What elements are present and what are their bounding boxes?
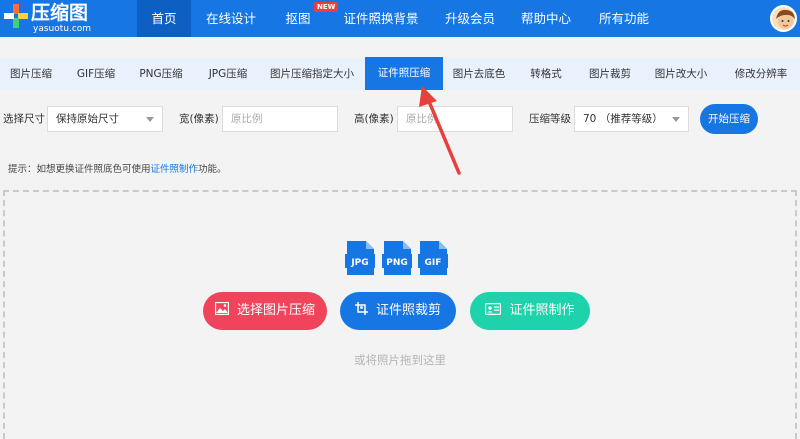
height-input[interactable]: 原比例 [397, 106, 513, 132]
avatar-face-icon [776, 9, 795, 29]
id-card-icon [485, 302, 502, 315]
png-file-icon: PNG [382, 241, 412, 275]
chevron-down-icon [672, 117, 680, 122]
tab-image-compress[interactable]: 图片压缩 [0, 58, 62, 90]
tip-prefix: 提示：如想更换证件照底色可使用 [8, 164, 151, 175]
nav-home[interactable]: 首页 [137, 0, 191, 37]
logo-subtitle: yasuotu.com [33, 24, 92, 34]
nav-id-photo-background[interactable]: 证件照换背景 [338, 0, 424, 37]
tool-tabs: 图片压缩 GIF压缩 PNG压缩 JPG压缩 图片压缩指定大小 证件照压缩 图片… [0, 57, 800, 90]
select-image-compress-label: 选择图片压缩 [236, 303, 315, 318]
id-photo-make-link[interactable]: 证件照制作 [151, 164, 199, 175]
tab-resize-image[interactable]: 图片改大小 [650, 58, 712, 90]
new-badge: NEW [314, 2, 339, 12]
drag-hint-text: 或将照片拖到这里 [354, 353, 446, 367]
tab-image-crop[interactable]: 图片裁剪 [582, 58, 638, 90]
nav-all-features[interactable]: 所有功能 [594, 0, 654, 37]
chevron-down-icon [146, 117, 154, 122]
format-label: JPG [350, 258, 368, 268]
id-photo-crop-button[interactable]: 证件照裁剪 [340, 292, 456, 330]
level-select[interactable]: 70 （推荐等级） [574, 106, 689, 132]
nav-online-design[interactable]: 在线设计 [200, 0, 262, 37]
id-photo-crop-label: 证件照裁剪 [375, 303, 441, 318]
width-input[interactable]: 原比例 [222, 106, 338, 132]
format-label: GIF [425, 258, 442, 268]
tab-id-photo-compress[interactable]: 证件照压缩 [365, 57, 443, 90]
tab-compress-to-size[interactable]: 图片压缩指定大小 [266, 58, 358, 90]
nav-cutout[interactable]: 抠图 [278, 0, 318, 37]
size-select[interactable]: 保持原始尺寸 [47, 106, 163, 132]
crop-icon [354, 302, 368, 315]
nav-upgrade-member[interactable]: 升级会员 [440, 0, 500, 37]
jpg-file-icon: JPG [345, 241, 375, 275]
image-icon [214, 302, 229, 315]
user-avatar[interactable] [770, 5, 797, 32]
height-label: 高(像素) [354, 113, 394, 125]
format-label: PNG [386, 258, 408, 268]
level-label: 压缩等级 [529, 113, 571, 125]
compress-options: 选择尺寸 保持原始尺寸 宽(像素) 原比例 高(像素) 原比例 压缩等级 70 … [0, 100, 800, 140]
id-photo-make-button[interactable]: 证件照制作 [470, 292, 590, 330]
start-compress-button[interactable]: 开始压缩 [700, 104, 758, 134]
level-select-value: 70 （推荐等级） [583, 113, 663, 125]
supported-formats: JPG PNG GIF [345, 240, 455, 280]
nav-help-center[interactable]: 帮助中心 [516, 0, 576, 37]
logo-cross-icon [4, 4, 28, 28]
size-label: 选择尺寸 [3, 113, 45, 125]
tip-suffix: 功能。 [198, 164, 227, 175]
tab-png-compress[interactable]: PNG压缩 [130, 58, 192, 90]
top-navigation-bar: 压缩图 yasuotu.com 首页 在线设计 抠图 NEW 证件照换背景 升级… [0, 0, 800, 37]
tip-text: 提示：如想更换证件照底色可使用证件照制作功能。 [8, 161, 227, 175]
width-label: 宽(像素) [179, 113, 219, 125]
select-image-compress-button[interactable]: 选择图片压缩 [203, 292, 327, 330]
tab-change-resolution[interactable]: 修改分辨率 [726, 58, 796, 90]
tab-gif-compress[interactable]: GIF压缩 [66, 58, 126, 90]
logo-title: 压缩图 [31, 2, 89, 24]
site-logo[interactable]: 压缩图 yasuotu.com [4, 2, 120, 36]
tab-jpg-compress[interactable]: JPG压缩 [198, 58, 258, 90]
size-select-value: 保持原始尺寸 [56, 113, 119, 125]
tab-convert-format[interactable]: 转格式 [524, 58, 568, 90]
tab-remove-background[interactable]: 图片去底色 [448, 58, 510, 90]
id-photo-make-label: 证件照制作 [509, 303, 575, 318]
gif-file-icon: GIF [418, 241, 448, 275]
